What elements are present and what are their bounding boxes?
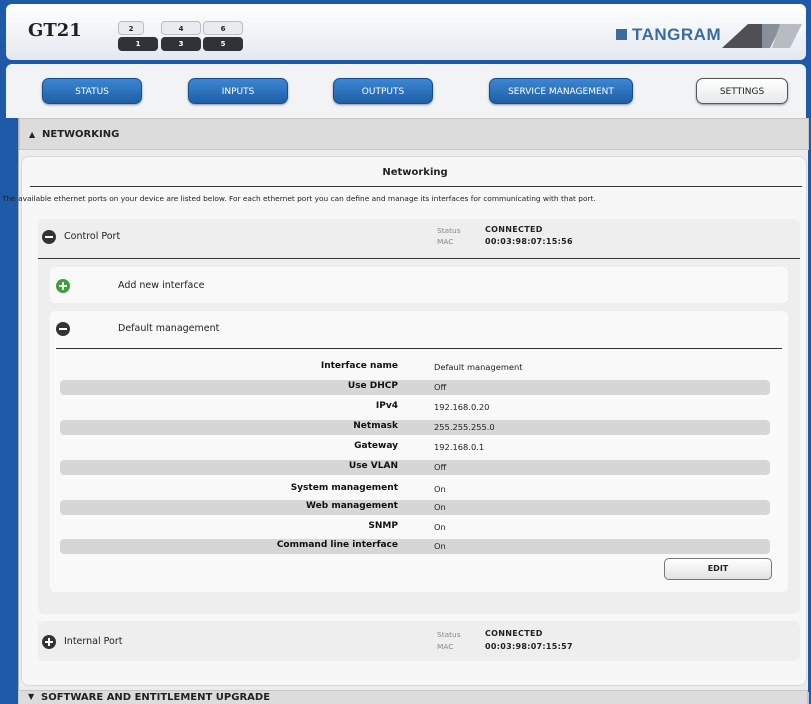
triangle-down-icon: ▼ (28, 692, 35, 701)
logo-mark-icon (722, 24, 802, 48)
field-label: Interface name (320, 361, 398, 371)
port-button-2[interactable]: 2 (118, 21, 144, 35)
section-networking-label: NETWORKING (42, 129, 120, 140)
field-netmask: Netmask 255.255.255.0 (60, 420, 770, 435)
internal-port-label: Internal Port (64, 636, 123, 647)
section-upgrade-bar[interactable]: ▼ SOFTWARE AND ENTITLEMENT UPGRADE (18, 690, 808, 704)
field-value: Default management (434, 362, 523, 372)
networking-panel: Networking The available ethernet ports … (2, 156, 807, 686)
tab-inputs[interactable]: INPUTS (188, 78, 288, 104)
mac-label: MAC (437, 237, 454, 246)
port-button-4[interactable]: 4 (161, 21, 201, 35)
field-value: On (434, 541, 446, 551)
field-use-dhcp: Use DHCP Off (60, 380, 770, 395)
control-port-panel: Control Port Status CONNECTED MAC 00:03:… (38, 219, 800, 614)
section-networking-toggle[interactable]: ▲ NETWORKING (19, 118, 809, 150)
default-interface-panel: Default management Interface name Defaul… (50, 311, 788, 592)
settings-content: ▲ NETWORKING Networking The available et… (2, 118, 809, 704)
status-label: Status (437, 630, 461, 639)
networking-description: The available ethernet ports on your dev… (2, 194, 596, 203)
field-command-line-interface: Command line interface On (60, 539, 770, 554)
port-button-5[interactable]: 5 (203, 37, 243, 51)
field-value: Off (434, 382, 447, 392)
divider (38, 258, 800, 259)
field-label: Use VLAN (348, 461, 398, 471)
status-label: Status (437, 226, 461, 235)
field-label: Command line interface (276, 540, 398, 550)
add-interface-row[interactable]: Add new interface (50, 267, 788, 303)
field-value: 255.255.255.0 (434, 422, 495, 432)
tab-outputs[interactable]: OUTPUTS (333, 78, 433, 104)
tab-service-management[interactable]: SERVICE MANAGEMENT (489, 78, 633, 104)
expand-icon[interactable] (42, 635, 56, 649)
tab-settings[interactable]: SETTINGS (696, 78, 788, 104)
brand-name: TANGRAM (632, 25, 722, 44)
edit-button[interactable]: EDIT (664, 558, 772, 580)
collapse-icon[interactable] (56, 322, 70, 336)
port-button-3[interactable]: 3 (161, 37, 201, 51)
field-label: Use DHCP (347, 381, 398, 391)
field-gateway: Gateway 192.168.0.1 (60, 440, 770, 455)
add-interface-label[interactable]: Add new interface (118, 280, 204, 291)
networking-title: Networking (382, 167, 448, 178)
field-label: System management (290, 483, 398, 493)
field-ipv4: IPv4 192.168.0.20 (60, 400, 770, 415)
field-value: Off (434, 462, 447, 472)
internal-port-panel[interactable]: Internal Port Status CONNECTED MAC 00:03… (38, 621, 800, 661)
collapse-icon[interactable] (42, 230, 56, 244)
divider (30, 186, 802, 187)
field-interface-name: Interface name Default management (60, 360, 770, 375)
port-button-6[interactable]: 6 (203, 21, 243, 35)
main-nav: STATUS INPUTS OUTPUTS SERVICE MANAGEMENT… (6, 64, 806, 118)
divider (56, 348, 782, 349)
status-value: CONNECTED (485, 629, 543, 638)
field-value: 192.168.0.1 (434, 442, 485, 452)
port-button-1[interactable]: 1 (118, 37, 158, 51)
default-interface-label: Default management (118, 323, 220, 334)
status-value: CONNECTED (485, 225, 543, 234)
field-value: On (434, 484, 446, 494)
app-frame: GT21 2 4 6 1 3 5 TANGRAM STATUS INPUTS O… (0, 0, 811, 704)
field-label: SNMP (368, 521, 398, 531)
field-snmp: SNMP On (60, 520, 770, 535)
mac-value: 00:03:98:07:15:57 (485, 642, 573, 651)
mac-label: MAC (437, 642, 454, 651)
triangle-up-icon: ▲ (29, 130, 36, 139)
field-label: IPv4 (375, 401, 398, 411)
mac-value: 00:03:98:07:15:56 (485, 237, 573, 246)
field-system-management: System management On (60, 482, 770, 497)
field-use-vlan: Use VLAN Off (60, 460, 770, 475)
field-label: Gateway (354, 441, 398, 451)
logo-square-icon (616, 29, 627, 40)
field-label: Netmask (353, 421, 398, 431)
device-model: GT21 (28, 20, 82, 41)
brand-logo: TANGRAM (602, 22, 802, 48)
control-port-label: Control Port (64, 231, 121, 242)
add-icon[interactable] (56, 279, 70, 293)
field-value: On (434, 502, 446, 512)
field-value: 192.168.0.20 (434, 402, 490, 412)
header: GT21 2 4 6 1 3 5 TANGRAM (6, 4, 806, 60)
tab-status[interactable]: STATUS (42, 78, 142, 104)
field-value: On (434, 522, 446, 532)
section-upgrade-label: SOFTWARE AND ENTITLEMENT UPGRADE (41, 692, 271, 703)
field-label: Web management (306, 501, 398, 511)
field-web-management: Web management On (60, 500, 770, 515)
